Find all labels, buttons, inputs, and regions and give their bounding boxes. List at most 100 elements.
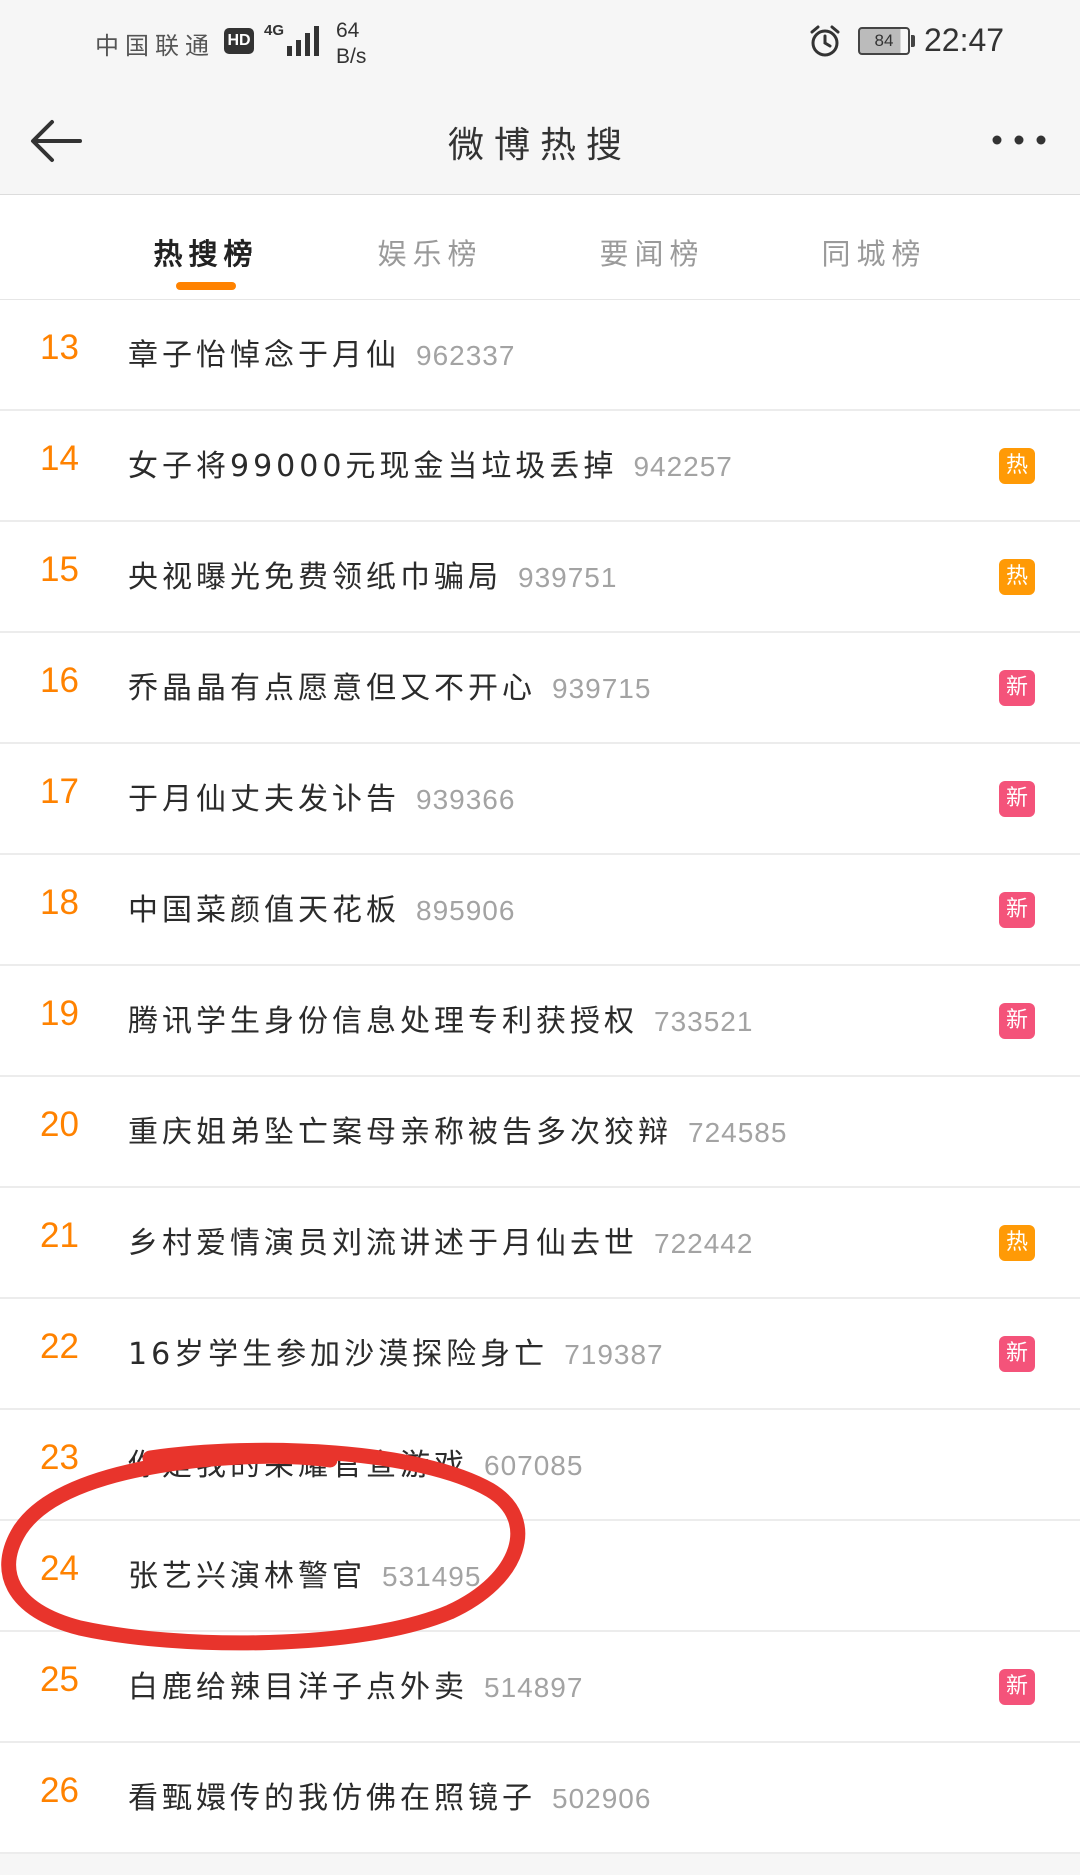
- list-item[interactable]: 14 女子将99000元现金当垃圾丢掉 942257 热: [0, 411, 1080, 522]
- topic-text: 看甄嬛传的我仿佛在照镜子 502906: [128, 1773, 651, 1817]
- topic-title: 乔晶晶有点愿意但又不开心: [128, 671, 536, 706]
- topic-text: 女子将99000元现金当垃圾丢掉 942257: [128, 441, 733, 485]
- list-item[interactable]: 18 中国菜颜值天花板 895906 新: [0, 855, 1080, 966]
- topic-title: 央视曝光免费领纸巾骗局: [128, 560, 502, 595]
- heat-count: 939715: [552, 673, 652, 704]
- page-title: 微博热搜: [447, 125, 632, 166]
- battery-icon: 84: [858, 27, 910, 55]
- topic-text: 于月仙丈夫发讣告 939366: [128, 774, 515, 818]
- tab-bar: 热搜榜 娱乐榜 要闻榜 同城榜: [0, 195, 1080, 300]
- net-speed: 64 B/s: [336, 18, 396, 70]
- heat-count: 895906: [416, 895, 516, 926]
- topic-text: 16岁学生参加沙漠探险身亡 719387: [128, 1329, 664, 1373]
- topic-title: 张艺兴演林警官: [128, 1559, 366, 1594]
- alarm-icon: [810, 25, 840, 57]
- topic-title: 于月仙丈夫发讣告: [128, 782, 400, 817]
- list-item[interactable]: 26 看甄嬛传的我仿佛在照镜子 502906: [0, 1743, 1080, 1854]
- net-speed-unit: B/s: [336, 45, 367, 68]
- list-item[interactable]: 16 乔晶晶有点愿意但又不开心 939715 新: [0, 633, 1080, 744]
- rank-number: 22: [40, 1327, 79, 1366]
- hot-badge: 热: [999, 448, 1035, 484]
- new-badge: 新: [999, 892, 1035, 928]
- rank-number: 16: [40, 661, 79, 700]
- list-item[interactable]: 13 章子怡悼念于月仙 962337: [0, 300, 1080, 411]
- topic-text: 重庆姐弟坠亡案母亲称被告多次狡辩 724585: [128, 1107, 787, 1151]
- topic-title: 乡村爱情演员刘流讲述于月仙去世: [128, 1226, 638, 1261]
- heat-count: 719387: [564, 1339, 664, 1370]
- topic-text: 白鹿给辣目洋子点外卖 514897: [128, 1662, 583, 1706]
- topic-title: 重庆姐弟坠亡案母亲称被告多次狡辩: [128, 1115, 672, 1150]
- heat-count: 942257: [633, 451, 733, 482]
- network-type: 4G: [264, 22, 285, 39]
- list-item[interactable]: 21 乡村爱情演员刘流讲述于月仙去世 722442 热: [0, 1188, 1080, 1299]
- topic-text: 章子怡悼念于月仙 962337: [128, 330, 515, 374]
- topic-title: 看甄嬛传的我仿佛在照镜子: [128, 1781, 536, 1816]
- topic-title: 中国菜颜值天花板: [128, 893, 400, 928]
- rank-number: 25: [40, 1660, 79, 1699]
- list-item[interactable]: 17 于月仙丈夫发讣告 939366 新: [0, 744, 1080, 855]
- topic-text: 腾讯学生身份信息处理专利获授权 733521: [128, 996, 753, 1040]
- list-item[interactable]: 15 央视曝光免费领纸巾骗局 939751 热: [0, 522, 1080, 633]
- list-item[interactable]: 25 白鹿给辣目洋子点外卖 514897 新: [0, 1632, 1080, 1743]
- heat-count: 722442: [654, 1228, 754, 1259]
- heat-count: 939751: [518, 562, 618, 593]
- list-item[interactable]: 19 腾讯学生身份信息处理专利获授权 733521 新: [0, 966, 1080, 1077]
- rank-number: 17: [40, 772, 79, 811]
- topic-title: 16岁学生参加沙漠探险身亡: [128, 1337, 549, 1372]
- heat-count: 962337: [416, 340, 516, 371]
- topic-text: 你是我的荣耀官宣游戏 607085: [128, 1440, 583, 1484]
- new-badge: 新: [999, 1336, 1035, 1372]
- nav-bar: 微博热搜: [0, 88, 1080, 195]
- new-badge: 新: [999, 670, 1035, 706]
- tab-entertainment[interactable]: 娱乐榜: [330, 231, 530, 273]
- list-item[interactable]: 24 张艺兴演林警官 531495: [0, 1521, 1080, 1632]
- tab-local[interactable]: 同城榜: [774, 231, 974, 273]
- topic-text: 央视曝光免费领纸巾骗局 939751: [128, 552, 617, 596]
- heat-count: 939366: [416, 784, 516, 815]
- rank-number: 26: [40, 1771, 79, 1810]
- battery-tip: [911, 35, 915, 47]
- rank-number: 19: [40, 994, 79, 1033]
- carrier-name: 中国联通: [95, 32, 215, 60]
- rank-number: 18: [40, 883, 79, 922]
- new-badge: 新: [999, 781, 1035, 817]
- topic-text: 中国菜颜值天花板 895906: [128, 885, 515, 929]
- hot-search-list: 13 章子怡悼念于月仙 962337 14 女子将99000元现金当垃圾丢掉 942257…: [0, 300, 1080, 1854]
- topic-title: 女子将99000元现金当垃圾丢掉: [128, 449, 618, 484]
- topic-text: 乔晶晶有点愿意但又不开心 939715: [128, 663, 651, 707]
- list-item[interactable]: 22 16岁学生参加沙漠探险身亡 719387 新: [0, 1299, 1080, 1410]
- signal-icon: [287, 26, 319, 56]
- topic-text: 张艺兴演林警官 531495: [128, 1551, 481, 1595]
- rank-number: 13: [40, 328, 79, 367]
- heat-count: 514897: [484, 1672, 584, 1703]
- rank-number: 24: [40, 1549, 79, 1588]
- hot-badge: 热: [999, 1225, 1035, 1261]
- new-badge: 新: [999, 1003, 1035, 1039]
- new-badge: 新: [999, 1669, 1035, 1705]
- hd-icon: HD: [224, 28, 254, 54]
- rank-number: 21: [40, 1216, 79, 1255]
- tab-news[interactable]: 要闻榜: [552, 231, 752, 273]
- tab-hot-search[interactable]: 热搜榜: [106, 231, 306, 273]
- heat-count: 607085: [484, 1450, 584, 1481]
- clock: 22:47: [924, 22, 1005, 58]
- topic-title: 腾讯学生身份信息处理专利获授权: [128, 1004, 638, 1039]
- list-item[interactable]: 23 你是我的荣耀官宣游戏 607085: [0, 1410, 1080, 1521]
- rank-number: 14: [40, 439, 79, 478]
- active-tab-indicator: [176, 282, 236, 290]
- topic-title: 你是我的荣耀官宣游戏: [128, 1448, 468, 1483]
- net-speed-value: 64: [336, 19, 360, 42]
- rank-number: 15: [40, 550, 79, 589]
- list-item[interactable]: 20 重庆姐弟坠亡案母亲称被告多次狡辩 724585: [0, 1077, 1080, 1188]
- heat-count: 531495: [382, 1561, 482, 1592]
- heat-count: 502906: [552, 1783, 652, 1814]
- heat-count: 733521: [654, 1006, 754, 1037]
- topic-title: 白鹿给辣目洋子点外卖: [128, 1670, 468, 1705]
- topic-title: 章子怡悼念于月仙: [128, 338, 400, 373]
- more-icon[interactable]: [990, 130, 1048, 150]
- status-bar: 中国联通 HD 4G 64 B/s 84 22:47: [0, 0, 1080, 88]
- rank-number: 20: [40, 1105, 79, 1144]
- rank-number: 23: [40, 1438, 79, 1477]
- hot-badge: 热: [999, 559, 1035, 595]
- topic-text: 乡村爱情演员刘流讲述于月仙去世 722442: [128, 1218, 753, 1262]
